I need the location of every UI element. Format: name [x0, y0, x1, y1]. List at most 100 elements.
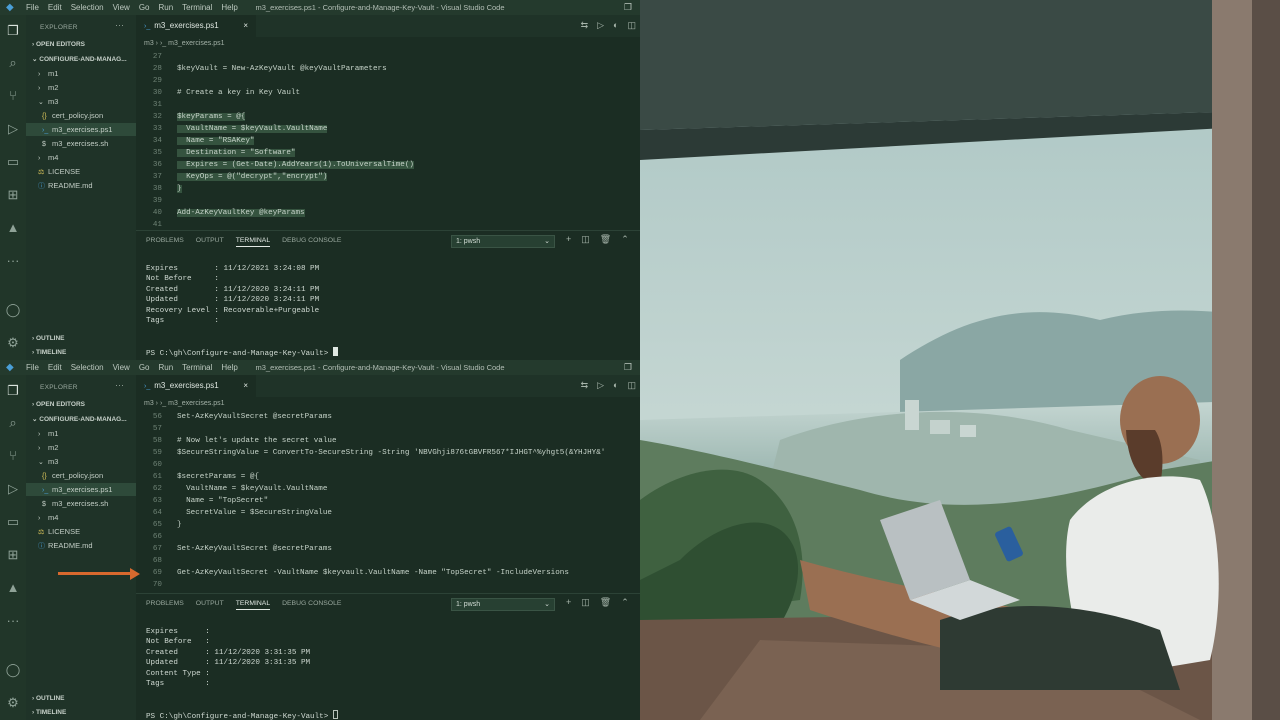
tree-item-license[interactable]: ⚖ LICENSE: [26, 525, 136, 538]
more-actions-icon[interactable]: ···: [115, 380, 124, 390]
tree-item-cert-policy[interactable]: {} cert_policy.json: [26, 109, 136, 122]
account-icon[interactable]: ◯: [5, 662, 21, 678]
code-line[interactable]: 29: [136, 75, 640, 87]
code-line[interactable]: 34 Name = "RSAKey": [136, 135, 640, 147]
open-preview-icon[interactable]: ◐: [613, 380, 618, 391]
code-line[interactable]: 64 SecretValue = $SecureStringValue: [136, 507, 640, 519]
code-line[interactable]: 40 Add-AzKeyVaultKey @keyParams: [136, 207, 640, 219]
code-line[interactable]: 27: [136, 51, 640, 63]
terminal-select[interactable]: 1: pwsh ⌄: [451, 598, 555, 611]
more-icon[interactable]: ···: [5, 253, 21, 269]
menu-go[interactable]: Go: [139, 0, 150, 15]
restore-window-icon[interactable]: ❐: [624, 360, 632, 375]
tab-problems[interactable]: PROBLEMS: [146, 600, 184, 610]
menu-file[interactable]: File: [26, 0, 39, 15]
tree-item-m1[interactable]: › m1: [26, 67, 136, 80]
tree-item-m4[interactable]: › m4: [26, 151, 136, 164]
code-line[interactable]: 38}: [136, 183, 640, 195]
menu-file[interactable]: File: [26, 360, 39, 375]
code-line[interactable]: 58 # Now let's update the secret value: [136, 435, 640, 447]
editor-tab[interactable]: ›_ m3_exercises.ps1 ×: [136, 15, 256, 37]
code-line[interactable]: 31: [136, 99, 640, 111]
tab-problems[interactable]: PROBLEMS: [146, 237, 184, 247]
menu-edit[interactable]: Edit: [48, 360, 62, 375]
search-icon[interactable]: ⌕: [5, 415, 21, 431]
menu-go[interactable]: Go: [139, 360, 150, 375]
code-line[interactable]: 66: [136, 531, 640, 543]
breadcrumb[interactable]: m3 › ›_ m3_exercises.ps1: [144, 40, 225, 47]
terminal-output[interactable]: Expires : 11/12/2021 3:24:08 PM Not Befor…: [146, 264, 338, 360]
new-terminal-icon[interactable]: +: [566, 597, 571, 608]
chevron-up-icon[interactable]: ⌃: [621, 234, 629, 245]
tab-terminal[interactable]: TERMINAL: [235, 237, 271, 247]
tree-item-m2[interactable]: › m2: [26, 441, 136, 454]
trash-icon[interactable]: 🗑: [600, 234, 611, 245]
tab-output[interactable]: OUTPUT: [196, 237, 224, 247]
timeline-section[interactable]: › TIMELINE: [32, 349, 66, 356]
tab-output[interactable]: OUTPUT: [196, 600, 224, 610]
code-line[interactable]: 35 Destination = "Software": [136, 147, 640, 159]
more-icon[interactable]: ···: [5, 613, 21, 629]
restore-window-icon[interactable]: ❐: [624, 0, 632, 15]
close-icon[interactable]: ×: [243, 375, 248, 397]
terminal-prompt[interactable]: PS C:\gh\Configure-and-Manage-Key-Vault>: [146, 347, 338, 359]
tree-item-m3-exercises-ps1[interactable]: ›_ m3_exercises.ps1: [26, 123, 136, 136]
code-line[interactable]: 33 VaultName = $keyVault.VaultName: [136, 123, 640, 135]
tab-debug-console[interactable]: DEBUG CONSOLE: [282, 237, 341, 247]
menu-view[interactable]: View: [113, 0, 130, 15]
code-line[interactable]: 67 Set-AzKeyVaultSecret @secretParams: [136, 543, 640, 555]
tab-terminal[interactable]: TERMINAL: [235, 600, 271, 610]
tree-item-readme[interactable]: ⓘ README.md: [26, 539, 136, 552]
extensions-icon[interactable]: ⊞: [5, 187, 21, 203]
open-preview-icon[interactable]: ◐: [613, 20, 618, 31]
source-control-icon[interactable]: ⑂: [5, 88, 21, 104]
menu-run[interactable]: Run: [158, 0, 173, 15]
gear-icon[interactable]: ⚙: [5, 695, 21, 711]
workspace-root-section[interactable]: ⌄ CONFIGURE-AND-MANAG...: [32, 55, 127, 63]
tree-item-license[interactable]: ⚖ LICENSE: [26, 165, 136, 178]
tree-item-m3[interactable]: ⌄ m3: [26, 455, 136, 468]
run-debug-icon[interactable]: ▷: [5, 121, 21, 137]
terminal-select[interactable]: 1: pwsh ⌄: [451, 235, 555, 248]
chevron-up-icon[interactable]: ⌃: [621, 597, 629, 608]
menu-edit[interactable]: Edit: [48, 0, 62, 15]
close-icon[interactable]: ×: [243, 15, 248, 37]
compare-icon[interactable]: ⇆: [581, 380, 589, 391]
open-editors-section[interactable]: › OPEN EDITORS: [32, 41, 85, 48]
azure-icon[interactable]: ▲: [5, 580, 21, 596]
code-line[interactable]: 65}: [136, 519, 640, 531]
more-actions-icon[interactable]: ···: [115, 20, 124, 30]
code-lines[interactable]: 27 28 $keyVault = New-AzKeyVault @keyVault…: [136, 51, 640, 231]
menu-selection[interactable]: Selection: [71, 0, 104, 15]
tree-item-readme[interactable]: ⓘ README.md: [26, 179, 136, 192]
menu-run[interactable]: Run: [158, 360, 173, 375]
menu-selection[interactable]: Selection: [71, 360, 104, 375]
tree-item-m3-exercises-ps1[interactable]: ›_ m3_exercises.ps1: [26, 483, 136, 496]
tab-debug-console[interactable]: DEBUG CONSOLE: [282, 600, 341, 610]
timeline-section[interactable]: › TIMELINE: [32, 709, 66, 716]
open-editors-section[interactable]: › OPEN EDITORS: [32, 401, 85, 408]
new-terminal-icon[interactable]: +: [566, 234, 571, 245]
extensions-icon[interactable]: ⊞: [5, 547, 21, 563]
compare-icon[interactable]: ⇆: [581, 20, 589, 31]
code-line[interactable]: 63 Name = "TopSecret": [136, 495, 640, 507]
search-icon[interactable]: ⌕: [5, 55, 21, 71]
split-terminal-icon[interactable]: ◫: [581, 597, 590, 608]
account-icon[interactable]: ◯: [5, 302, 21, 318]
code-line[interactable]: 70: [136, 579, 640, 591]
tree-item-m3[interactable]: ⌄ m3: [26, 95, 136, 108]
azure-icon[interactable]: ▲: [5, 220, 21, 236]
code-line[interactable]: 39: [136, 195, 640, 207]
remote-explorer-icon[interactable]: ▭: [5, 514, 21, 530]
code-line[interactable]: 56 Set-AzKeyVaultSecret @secretParams: [136, 411, 640, 423]
code-line[interactable]: 69 Get-AzKeyVaultSecret -VaultName $keyva…: [136, 567, 640, 579]
split-editor-icon[interactable]: ◫: [627, 380, 636, 391]
code-line[interactable]: 62 VaultName = $keyVault.VaultName: [136, 483, 640, 495]
run-icon[interactable]: ▷: [597, 20, 604, 31]
menu-view[interactable]: View: [113, 360, 130, 375]
split-terminal-icon[interactable]: ◫: [581, 234, 590, 245]
tree-item-m4[interactable]: › m4: [26, 511, 136, 524]
tree-item-m2[interactable]: › m2: [26, 81, 136, 94]
trash-icon[interactable]: 🗑: [600, 597, 611, 608]
code-line[interactable]: 32 $keyParams = @{: [136, 111, 640, 123]
